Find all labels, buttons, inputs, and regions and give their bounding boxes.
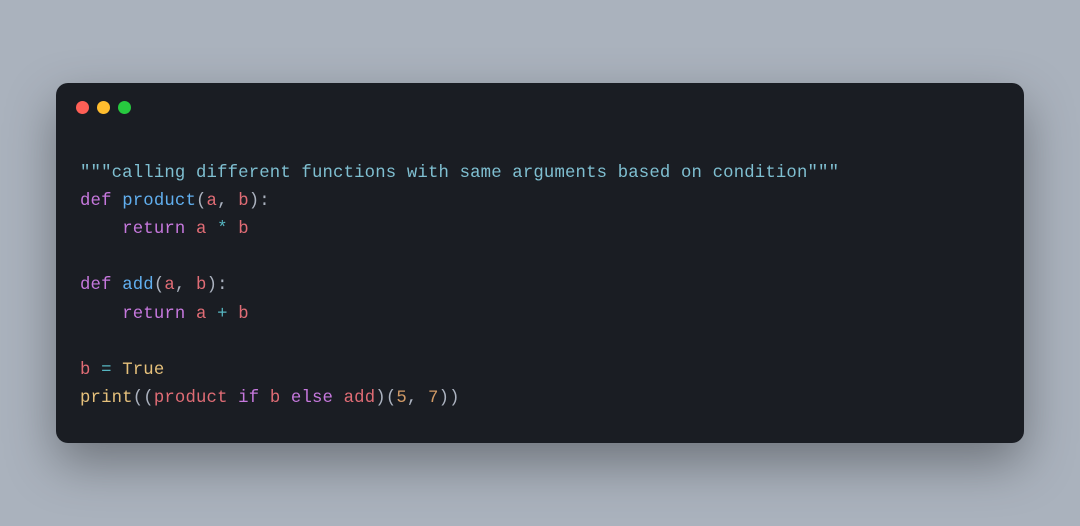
rparen: ) — [439, 389, 450, 408]
colon: : — [217, 276, 228, 295]
space — [91, 361, 102, 380]
space — [280, 389, 291, 408]
var-b: b — [80, 361, 91, 380]
space — [112, 192, 123, 211]
var-b: b — [238, 305, 249, 324]
param-b: b — [238, 192, 249, 211]
fn-product: product — [122, 192, 196, 211]
rparen: ) — [449, 389, 460, 408]
docstring-body: calling different functions with same ar… — [112, 164, 808, 183]
kw-return: return — [122, 305, 185, 324]
minimize-icon[interactable] — [97, 101, 110, 114]
colon: : — [259, 192, 270, 211]
titlebar — [56, 83, 1024, 124]
space — [228, 389, 239, 408]
op-add: + — [217, 305, 228, 324]
space — [228, 220, 239, 239]
space — [185, 305, 196, 324]
rparen: ) — [249, 192, 260, 211]
code-block: """calling different functions with same… — [56, 124, 1024, 442]
space — [333, 389, 344, 408]
var-a: a — [196, 220, 207, 239]
space — [112, 276, 123, 295]
const-true: True — [122, 361, 164, 380]
kw-else: else — [291, 389, 333, 408]
lparen: ( — [143, 389, 154, 408]
kw-def: def — [80, 276, 112, 295]
space — [259, 389, 270, 408]
code-window: """calling different functions with same… — [56, 83, 1024, 442]
docstring-open: """ — [80, 164, 112, 183]
rparen: ) — [207, 276, 218, 295]
op-eq: = — [101, 361, 112, 380]
rparen: ) — [375, 389, 386, 408]
num-5: 5 — [396, 389, 407, 408]
space — [207, 305, 218, 324]
num-7: 7 — [428, 389, 439, 408]
space — [185, 220, 196, 239]
lparen: ( — [386, 389, 397, 408]
kw-def: def — [80, 192, 112, 211]
space — [228, 305, 239, 324]
indent — [80, 305, 122, 324]
var-b: b — [270, 389, 281, 408]
lparen: ( — [154, 276, 165, 295]
op-mul: * — [217, 220, 228, 239]
fn-add: add — [122, 276, 154, 295]
maximize-icon[interactable] — [118, 101, 131, 114]
space — [207, 220, 218, 239]
kw-return: return — [122, 220, 185, 239]
var-b: b — [238, 220, 249, 239]
ref-product: product — [154, 389, 228, 408]
param-a: a — [207, 192, 218, 211]
docstring-close: """ — [808, 164, 840, 183]
lparen: ( — [133, 389, 144, 408]
indent — [80, 220, 122, 239]
builtin-print: print — [80, 389, 133, 408]
param-b: b — [196, 276, 207, 295]
param-a: a — [164, 276, 175, 295]
kw-if: if — [238, 389, 259, 408]
comma: , — [217, 192, 238, 211]
lparen: ( — [196, 192, 207, 211]
space — [112, 361, 123, 380]
comma: , — [175, 276, 196, 295]
ref-add: add — [344, 389, 376, 408]
comma: , — [407, 389, 428, 408]
var-a: a — [196, 305, 207, 324]
close-icon[interactable] — [76, 101, 89, 114]
